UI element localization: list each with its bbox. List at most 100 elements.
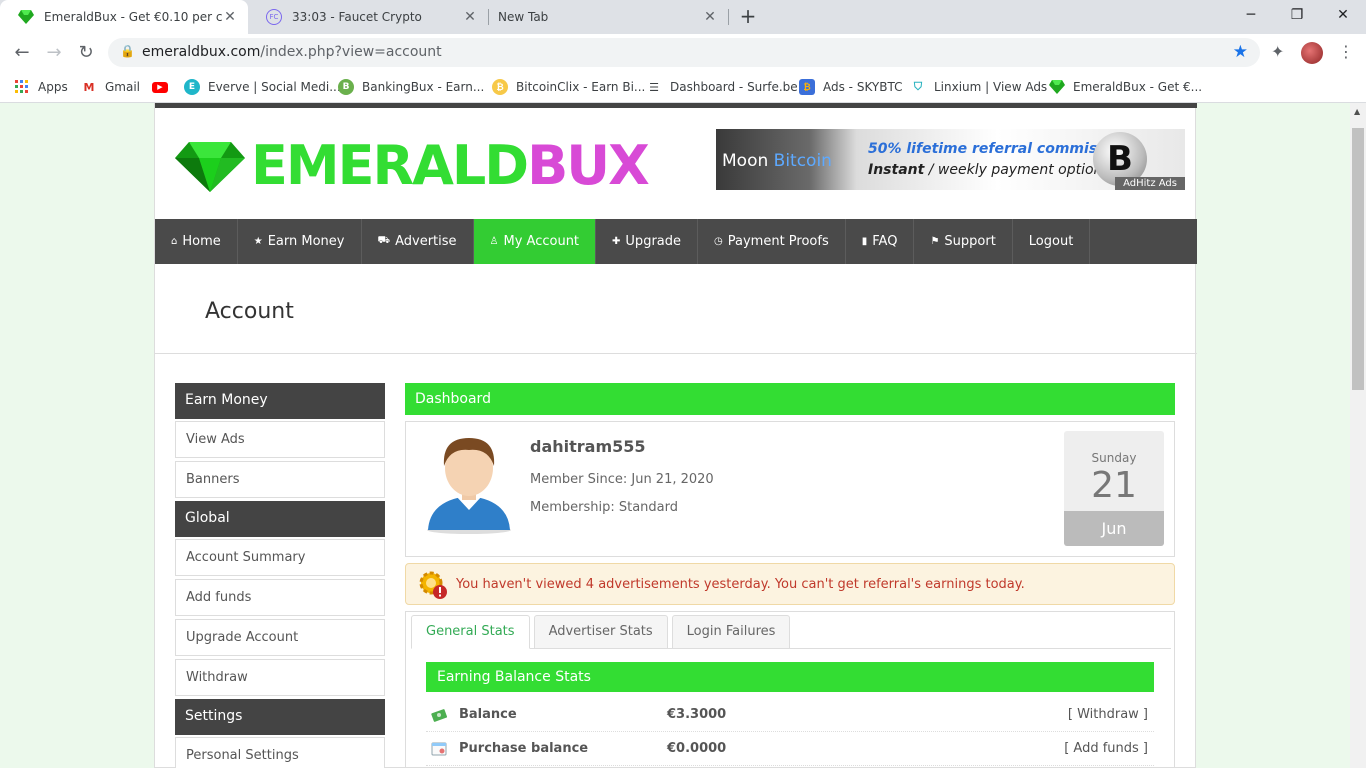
site-logo[interactable]: EMERALDBUX xyxy=(175,138,650,193)
bookmark-label: Linxium | View Ads xyxy=(934,80,1048,94)
profile-avatar[interactable] xyxy=(1301,42,1323,64)
bookmarks-bar: Apps M Gmail ▶ E Everve | Social Medi... B… xyxy=(0,71,1366,103)
bookmark-youtube[interactable]: ▶ xyxy=(152,77,176,97)
nav-label: Advertise xyxy=(395,234,457,249)
nav-my-account[interactable]: ♙ My Account xyxy=(473,219,597,264)
nav-label: Upgrade xyxy=(625,234,682,249)
scroll-up-arrow-icon[interactable]: ▲ xyxy=(1354,107,1360,116)
bookmark-bankingbux[interactable]: B BankingBux - Earn... xyxy=(338,77,484,97)
bookmark-everve[interactable]: E Everve | Social Medi... xyxy=(184,77,341,97)
add-funds-link[interactable]: [ Add funds ] xyxy=(1064,741,1148,756)
address-bar[interactable]: 🔒 emeraldbux.com/index.php?view=account … xyxy=(108,38,1260,67)
browser-tab-faucet-crypto[interactable]: FC 33:03 - Faucet Crypto ✕ xyxy=(248,0,488,34)
url-domain: emeraldbux.com xyxy=(142,44,261,60)
page-header: Account xyxy=(155,264,1197,354)
nav-advertise[interactable]: ⛟ Advertise xyxy=(362,219,474,264)
bookmark-apps[interactable]: Apps xyxy=(14,77,68,97)
logo-text: EMERALDBUX xyxy=(251,138,650,193)
nav-upgrade[interactable]: ✚ Upgrade xyxy=(596,219,699,264)
tab-divider xyxy=(728,9,729,25)
bookmark-linxium[interactable]: ⛉ Linxium | View Ads xyxy=(910,77,1047,97)
nav-logout[interactable]: Logout xyxy=(1013,219,1091,264)
close-icon[interactable]: ✕ xyxy=(702,9,718,25)
faucet-crypto-icon: FC xyxy=(266,9,282,25)
page-title: Account xyxy=(205,299,294,324)
calendar-widget: Sunday 21 Jun xyxy=(1064,431,1164,546)
tab-general-stats[interactable]: General Stats xyxy=(411,615,530,649)
sidebar-heading-earn-money: Earn Money xyxy=(175,383,385,419)
banner-moon-word: Moon xyxy=(722,151,769,171)
bookmark-surfe[interactable]: ☰ Dashboard - Surfe.be xyxy=(646,77,798,97)
back-arrow-icon[interactable]: ← xyxy=(9,40,35,66)
site-container: EMERALDBUX Moon Bitcoin 50% lifetime ref… xyxy=(154,103,1197,768)
sidebar-item-view-ads[interactable]: View Ads xyxy=(175,421,385,458)
sidebar-item-upgrade-account[interactable]: Upgrade Account xyxy=(175,619,385,656)
alert-message: You haven't viewed 4 advertisements yest… xyxy=(456,577,1025,592)
nav-faq[interactable]: ▮ FAQ xyxy=(846,219,915,264)
membership-type: Membership: Standard xyxy=(530,500,679,515)
profile-card: dahitram555 Member Since: Jun 21, 2020 M… xyxy=(405,421,1175,557)
everve-icon: E xyxy=(184,79,200,95)
bookmark-label: Ads - SKYBTC xyxy=(823,80,903,94)
bookmark-bitcoinclix[interactable]: ₿ BitcoinClix - Earn Bi... xyxy=(492,77,645,97)
close-icon[interactable]: ✕ xyxy=(222,9,238,25)
nav-support[interactable]: ⚑ Support xyxy=(914,219,1013,264)
nav-label: Payment Proofs xyxy=(727,234,829,249)
surfe-icon: ☰ xyxy=(649,80,659,94)
close-window-icon[interactable]: ✕ xyxy=(1320,0,1366,30)
book-icon: ▮ xyxy=(861,236,868,247)
browser-toolbar: ← → ↻ 🔒 emeraldbux.com/index.php?view=ac… xyxy=(0,34,1366,71)
sidebar-item-add-funds[interactable]: Add funds xyxy=(175,579,385,616)
bookmark-skybtc[interactable]: ₿ Ads - SKYBTC xyxy=(799,77,902,97)
nav-payment-proofs[interactable]: ◷ Payment Proofs xyxy=(698,219,846,264)
restore-icon[interactable]: ❐ xyxy=(1274,0,1320,30)
bookmark-gmail[interactable]: M Gmail xyxy=(81,77,141,97)
web-page: EMERALDBUX Moon Bitcoin 50% lifetime ref… xyxy=(0,103,1350,768)
minimize-icon[interactable]: ─ xyxy=(1228,0,1274,30)
forward-arrow-icon[interactable]: → xyxy=(41,40,67,66)
new-tab-plus-icon[interactable]: + xyxy=(738,6,758,26)
bookmark-emeraldbux[interactable]: EmeraldBux - Get €... xyxy=(1049,77,1202,97)
main-navigation: ⌂ Home ★ Earn Money ⛟ Advertise ♙ My Account… xyxy=(155,219,1197,264)
calendar-date: 21 xyxy=(1091,465,1137,506)
extensions-puzzle-icon[interactable]: ✦ xyxy=(1271,42,1284,61)
browser-tab-new-tab[interactable]: New Tab ✕ xyxy=(488,0,728,34)
adhitz-ads-tag[interactable]: AdHitz Ads xyxy=(1115,177,1185,190)
nav-label: FAQ xyxy=(872,234,898,249)
bookmark-star-icon[interactable]: ★ xyxy=(1233,42,1248,62)
moon-bitcoin-banner-ad[interactable]: Moon Bitcoin 50% lifetime referral commi… xyxy=(716,129,1185,190)
lock-icon: 🔒 xyxy=(120,44,135,58)
bankingbux-icon: B xyxy=(338,79,354,95)
browser-tab-emeraldbux[interactable]: EmeraldBux - Get €0.10 per click ✕ xyxy=(0,0,248,34)
close-icon[interactable]: ✕ xyxy=(462,9,478,25)
nav-label: Home xyxy=(182,234,221,249)
warning-gear-icon xyxy=(418,570,448,600)
menu-kebab-icon[interactable]: ⋮ xyxy=(1338,42,1354,61)
stats-row-purchase-balance: Purchase balance €0.0000 [ Add funds ] xyxy=(426,732,1154,766)
nav-home[interactable]: ⌂ Home xyxy=(155,219,238,264)
banner-line-2-bold: Instant xyxy=(868,162,925,178)
stats-tabs: General Stats Advertiser Stats Login Fai… xyxy=(411,615,1171,649)
tab-login-failures[interactable]: Login Failures xyxy=(671,615,791,649)
tab-advertiser-stats[interactable]: Advertiser Stats xyxy=(533,615,668,649)
username: dahitram555 xyxy=(530,437,646,456)
calendar-month: Jun xyxy=(1064,511,1164,546)
reload-icon[interactable]: ↻ xyxy=(73,40,99,66)
scrollbar-thumb[interactable] xyxy=(1352,128,1364,390)
sidebar-item-withdraw[interactable]: Withdraw xyxy=(175,659,385,696)
stat-value: €3.3000 xyxy=(667,707,727,722)
sidebar-item-account-summary[interactable]: Account Summary xyxy=(175,539,385,576)
bookmark-label: Apps xyxy=(38,80,68,94)
logo-text-emerald: EMERALD xyxy=(251,134,529,197)
sidebar-item-banners[interactable]: Banners xyxy=(175,461,385,498)
bitcoinclix-icon: ₿ xyxy=(492,79,508,95)
nav-earn-money[interactable]: ★ Earn Money xyxy=(238,219,362,264)
tab-strip: EmeraldBux - Get €0.10 per click ✕ FC 33… xyxy=(0,0,1366,34)
tab-title: New Tab xyxy=(498,10,549,24)
calendar-day: Sunday xyxy=(1091,451,1137,465)
sidebar-item-personal-settings[interactable]: Personal Settings xyxy=(175,737,385,768)
page-scrollbar[interactable]: ▲ xyxy=(1350,103,1366,768)
flag-icon: ⚑ xyxy=(930,236,940,247)
star-icon: ★ xyxy=(253,236,263,247)
withdraw-link[interactable]: [ Withdraw ] xyxy=(1068,707,1148,722)
